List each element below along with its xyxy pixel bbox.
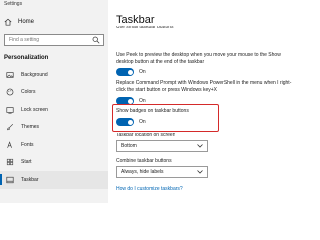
combine-dropdown[interactable]: Always, hide labels <box>116 166 208 178</box>
small-buttons-label: Use small taskbar buttons <box>116 26 174 30</box>
peek-toggle-row[interactable]: On <box>116 68 146 76</box>
start-icon <box>6 159 14 166</box>
location-label: Taskbar location on screen <box>116 133 176 138</box>
toggle-state: On <box>139 69 146 75</box>
search-input[interactable]: Find a setting <box>9 37 92 43</box>
sidebar-item-lock-screen[interactable]: Lock screen <box>0 101 108 119</box>
section-title: Personalization <box>4 55 49 61</box>
highlight-box <box>112 104 219 132</box>
location-value: Bottom <box>121 143 137 149</box>
home-nav-item[interactable]: Home <box>4 17 34 27</box>
palette-icon <box>6 88 14 96</box>
brush-icon <box>7 124 14 131</box>
home-label: Home <box>18 19 35 25</box>
sidebar-item-fonts[interactable]: Fonts <box>0 136 108 154</box>
sidebar-item-colors[interactable]: Colors <box>0 84 108 102</box>
app-title: Settings <box>4 1 23 7</box>
sidebar: Settings Home Find a setting Personaliza… <box>0 0 108 203</box>
search-icon[interactable] <box>92 36 100 44</box>
sidebar-item-label: Colors <box>21 89 36 96</box>
combine-value: Always, hide labels <box>121 169 164 175</box>
lock-screen-icon <box>6 107 14 114</box>
taskbar-icon <box>6 176 14 183</box>
home-icon <box>4 18 12 26</box>
combine-label: Combine taskbar buttons <box>116 158 172 164</box>
main-panel: Taskbar Use small taskbar buttons Use Pe… <box>108 0 300 203</box>
sidebar-item-label: Lock screen <box>21 106 48 113</box>
settings-window: Settings Home Find a setting Personaliza… <box>0 0 300 203</box>
sidebar-item-taskbar[interactable]: Taskbar <box>0 171 108 189</box>
sidebar-item-label: Start <box>21 159 32 166</box>
powershell-description: Replace Command Prompt with Windows Powe… <box>116 80 292 93</box>
help-link[interactable]: How do I customize taskbars? <box>116 186 183 192</box>
sidebar-item-label: Background <box>21 71 48 78</box>
peek-description: Use Peek to preview the desktop when you… <box>116 52 281 65</box>
peek-toggle[interactable] <box>116 68 134 76</box>
sidebar-item-start[interactable]: Start <box>0 154 108 172</box>
font-icon <box>7 140 12 148</box>
sidebar-item-themes[interactable]: Themes <box>0 119 108 137</box>
image-icon <box>6 72 14 78</box>
location-dropdown[interactable]: Bottom <box>116 140 208 152</box>
sidebar-item-background[interactable]: Background <box>0 66 108 84</box>
sidebar-item-label: Fonts <box>21 141 34 148</box>
sidebar-item-label: Taskbar <box>21 176 39 183</box>
chevron-down-icon <box>197 170 203 174</box>
personalization-nav: Background Colors Lock screen Themes Fon… <box>0 66 108 189</box>
sidebar-item-label: Themes <box>21 124 40 131</box>
page-title: Taskbar <box>116 14 155 26</box>
chevron-down-icon <box>197 144 203 148</box>
search-field[interactable]: Find a setting <box>4 34 104 46</box>
